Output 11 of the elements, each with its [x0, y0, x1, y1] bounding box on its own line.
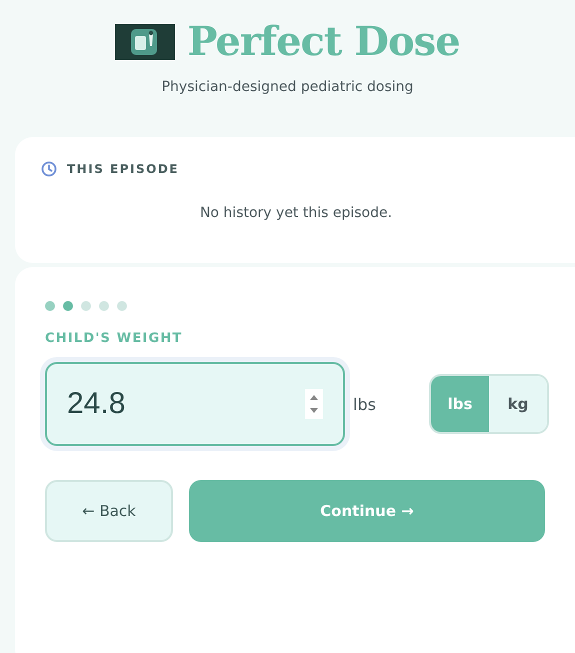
clock-icon	[41, 161, 57, 177]
empty-history-text: No history yet this episode.	[198, 205, 394, 221]
app-title: Perfect Dose	[187, 18, 460, 65]
unit-toggle[interactable]: kg	[489, 376, 547, 432]
app-subtitle: Physician-designed pediatric dosing	[162, 79, 414, 95]
section-title: THIS EPISODE	[67, 162, 179, 176]
weight-label: CHILD'S WEIGHT	[45, 331, 184, 346]
app-logo-icon	[115, 24, 176, 60]
unit-text: lbs	[353, 394, 377, 414]
back-button[interactable]: ← Back	[45, 480, 173, 542]
spinner-icon[interactable]	[305, 389, 323, 419]
